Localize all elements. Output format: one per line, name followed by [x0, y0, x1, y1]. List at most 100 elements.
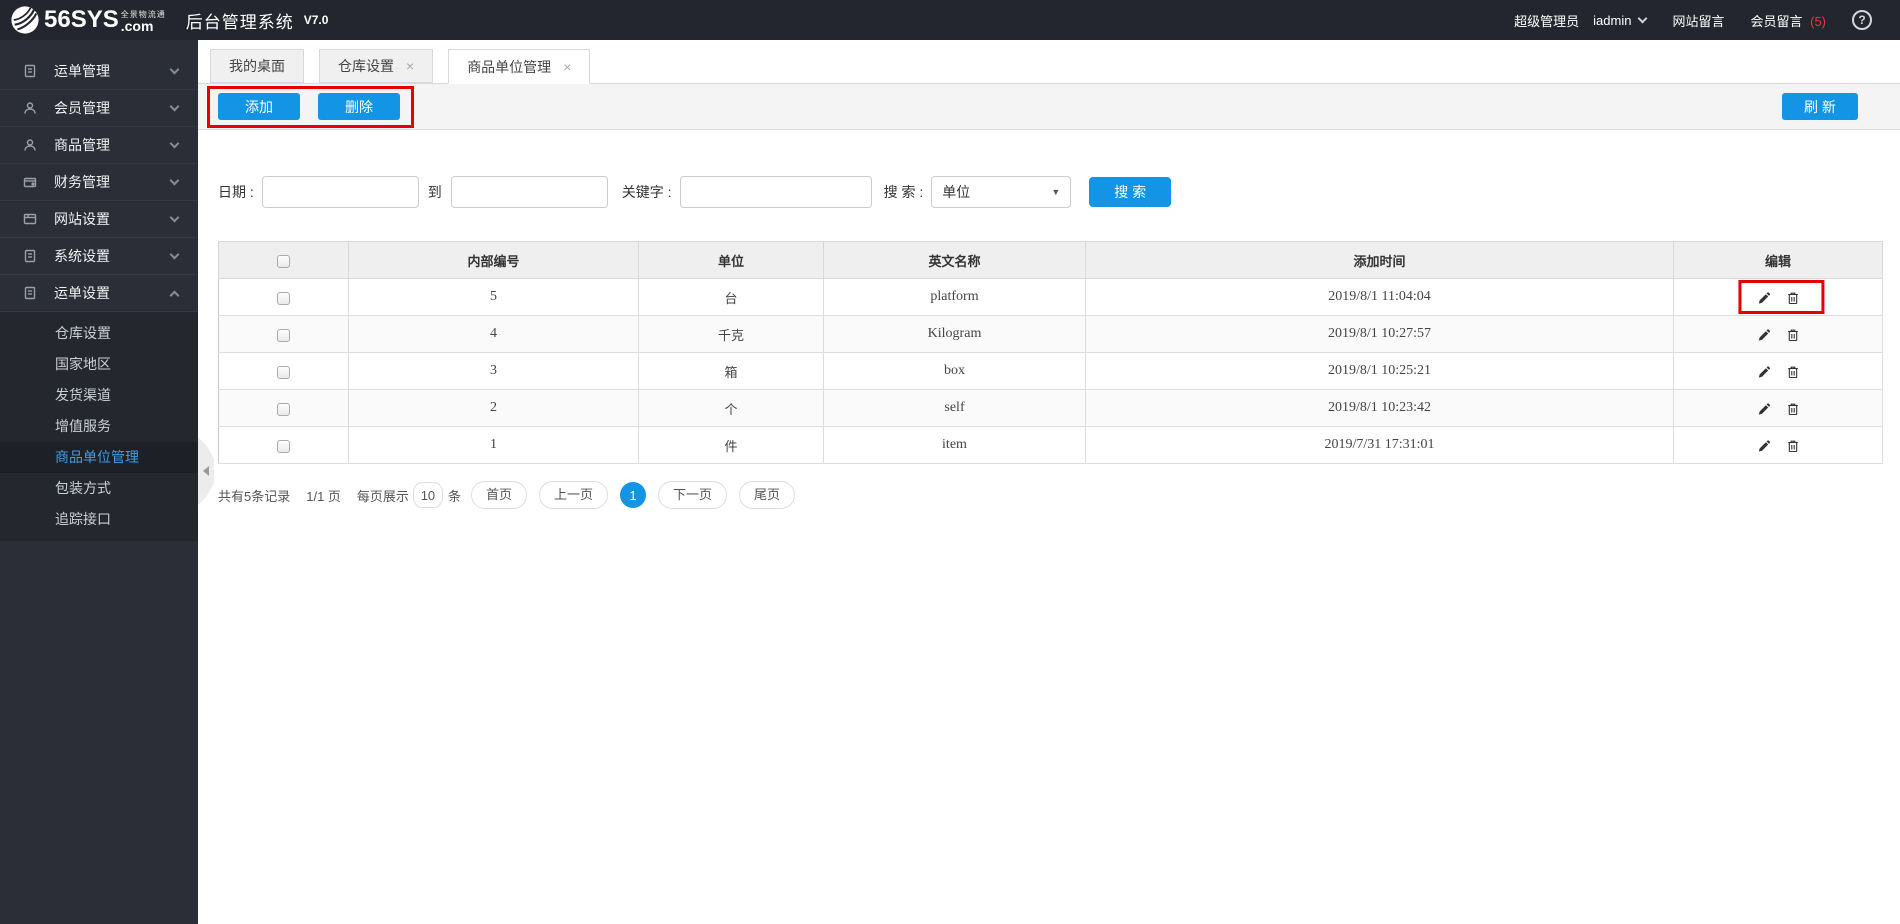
logo-text: 56SYS	[44, 6, 119, 33]
cell-english-name: self	[823, 389, 1086, 427]
cell-internal-id: 5	[348, 278, 639, 316]
add-button[interactable]: 添加	[218, 93, 300, 120]
cell-english-name: item	[823, 426, 1086, 464]
chevron-down-icon	[1638, 13, 1648, 23]
table-row: 1 件 item 2019/7/31 17:31:01	[218, 426, 1883, 464]
cell-english-name: platform	[823, 278, 1086, 316]
main-panel: 我的桌面 仓库设置 × 商品单位管理 × 添加 删除 刷 新 日期 : 到 关键…	[198, 40, 1900, 924]
submenu-item-packaging-method[interactable]: 包装方式	[0, 473, 198, 504]
table-row: 5 台 platform 2019/8/1 11:04:04	[218, 278, 1883, 316]
website-browser-icon	[22, 211, 38, 227]
edit-pencil-icon[interactable]	[1756, 439, 1770, 453]
pagination-total-text: 共有5条记录	[218, 488, 291, 504]
row-checkbox[interactable]	[277, 291, 290, 305]
row-checkbox[interactable]	[277, 439, 290, 453]
submenu-item-country-region[interactable]: 国家地区	[0, 349, 198, 380]
edit-pencil-icon[interactable]	[1756, 291, 1770, 305]
site-messages-link[interactable]: 网站留言	[1672, 11, 1724, 30]
pagination-bar: 共有5条记录 1/1 页 每页展示 条 首页 上一页 1 下一页 尾页	[218, 481, 1882, 509]
tab-my-desktop[interactable]: 我的桌面	[210, 49, 304, 83]
keyword-label: 关键字 :	[621, 184, 672, 200]
select-dropdown-arrow-icon: ▼	[1051, 187, 1061, 197]
chevron-up-icon	[169, 290, 180, 300]
help-icon[interactable]: ?	[1852, 10, 1872, 30]
sidebar-item-finance-mgmt[interactable]: 财务管理	[0, 164, 198, 201]
delete-trash-icon[interactable]	[1786, 328, 1800, 342]
next-page-button[interactable]: 下一页	[657, 481, 727, 509]
action-toolbar: 添加 删除 刷 新	[198, 84, 1900, 130]
chevron-down-icon	[169, 138, 180, 149]
cell-added-time: 2019/8/1 10:27:57	[1085, 315, 1674, 353]
close-icon[interactable]: ×	[563, 59, 571, 75]
chevron-down-icon	[169, 249, 180, 260]
cell-internal-id: 3	[348, 352, 639, 390]
row-checkbox[interactable]	[277, 365, 290, 379]
per-page-unit-label: 条	[447, 488, 461, 504]
delete-trash-icon[interactable]	[1786, 402, 1800, 416]
cell-added-time: 2019/8/1 10:23:42	[1085, 389, 1674, 427]
tab-bar: 我的桌面 仓库设置 × 商品单位管理 ×	[198, 40, 1900, 84]
header-internal-id: 内部编号	[348, 241, 639, 279]
first-page-button[interactable]: 首页	[470, 481, 527, 509]
refresh-button[interactable]: 刷 新	[1782, 93, 1858, 120]
pagination-page-text: 1/1 页	[306, 488, 341, 504]
sidebar-item-product-mgmt[interactable]: 商品管理	[0, 127, 198, 164]
units-table: 内部编号 单位 英文名称 添加时间 编辑 5 台 platform 2019/8…	[218, 241, 1883, 464]
per-page-input[interactable]	[412, 482, 443, 508]
current-page-button[interactable]: 1	[619, 482, 646, 508]
table-row: 2 个 self 2019/8/1 10:23:42	[218, 389, 1883, 427]
edit-pencil-icon[interactable]	[1756, 402, 1770, 416]
cell-internal-id: 1	[348, 426, 639, 464]
edit-pencil-icon[interactable]	[1756, 328, 1770, 342]
sidebar-item-member-mgmt[interactable]: 会员管理	[0, 90, 198, 127]
sidebar-item-system-settings[interactable]: 系统设置	[0, 238, 198, 275]
user-menu[interactable]: 超级管理员 iadmin	[1514, 11, 1648, 30]
last-page-button[interactable]: 尾页	[739, 481, 796, 509]
tab-product-unit-mgmt[interactable]: 商品单位管理 ×	[448, 49, 591, 84]
edit-pencil-icon[interactable]	[1756, 365, 1770, 379]
delete-trash-icon[interactable]	[1786, 291, 1800, 305]
submenu-item-product-unit-mgmt[interactable]: 商品单位管理	[0, 442, 198, 473]
member-messages-label: 会员留言	[1750, 13, 1803, 29]
sidebar-item-waybill-mgmt[interactable]: 运单管理	[0, 53, 198, 90]
app-title: 后台管理系统	[185, 12, 294, 32]
submenu-item-tracking-interface[interactable]: 追踪接口	[0, 504, 198, 535]
header-unit: 单位	[638, 241, 824, 279]
delete-trash-icon[interactable]	[1786, 365, 1800, 379]
submenu-item-shipping-channel[interactable]: 发货渠道	[0, 380, 198, 411]
submenu-item-value-added-service[interactable]: 增值服务	[0, 411, 198, 442]
date-label: 日期 :	[218, 184, 254, 200]
row-checkbox[interactable]	[277, 328, 290, 342]
tab-warehouse-settings[interactable]: 仓库设置 ×	[319, 49, 434, 83]
logo-swirl-icon	[11, 6, 39, 34]
waybill-doc-icon	[22, 63, 38, 79]
sidebar-item-website-settings[interactable]: 网站设置	[0, 201, 198, 238]
submenu-item-warehouse-settings[interactable]: 仓库设置	[0, 318, 198, 349]
keyword-input[interactable]	[679, 176, 872, 208]
search-button[interactable]: 搜 索	[1089, 177, 1172, 207]
cell-added-time: 2019/8/1 11:04:04	[1085, 278, 1674, 316]
chevron-down-icon	[169, 175, 180, 186]
delete-button[interactable]: 删除	[318, 93, 400, 120]
search-type-select[interactable]: 单位 ▼	[931, 176, 1072, 208]
prev-page-button[interactable]: 上一页	[538, 481, 608, 509]
close-icon[interactable]: ×	[406, 58, 414, 74]
select-all-checkbox[interactable]	[277, 254, 290, 268]
delete-trash-icon[interactable]	[1786, 439, 1800, 453]
table-header-row: 内部编号 单位 英文名称 添加时间 编辑	[218, 241, 1883, 279]
table-row: 3 箱 box 2019/8/1 10:25:21	[218, 352, 1883, 390]
date-from-input[interactable]	[261, 176, 419, 208]
sidebar-item-waybill-settings[interactable]: 运单设置	[0, 275, 198, 312]
cell-english-name: Kilogram	[823, 315, 1086, 353]
member-messages-link[interactable]: 会员留言 (5)	[1750, 11, 1826, 30]
cell-english-name: box	[823, 352, 1086, 390]
user-role: 超级管理员	[1514, 13, 1580, 29]
date-to-input[interactable]	[450, 176, 608, 208]
chevron-down-icon	[169, 101, 180, 112]
collapse-left-arrow-icon	[203, 466, 209, 476]
chevron-down-icon	[169, 212, 180, 223]
top-bar: 56SYS 全景物流通 .com 后台管理系统 V7.0 超级管理员 iadmi…	[0, 0, 1900, 40]
row-checkbox[interactable]	[277, 402, 290, 416]
finance-wallet-icon	[22, 174, 38, 190]
content-area: 日期 : 到 关键字 : 搜 索 : 单位 ▼ 搜 索 内部编号 单位 英文名称…	[198, 176, 1900, 509]
